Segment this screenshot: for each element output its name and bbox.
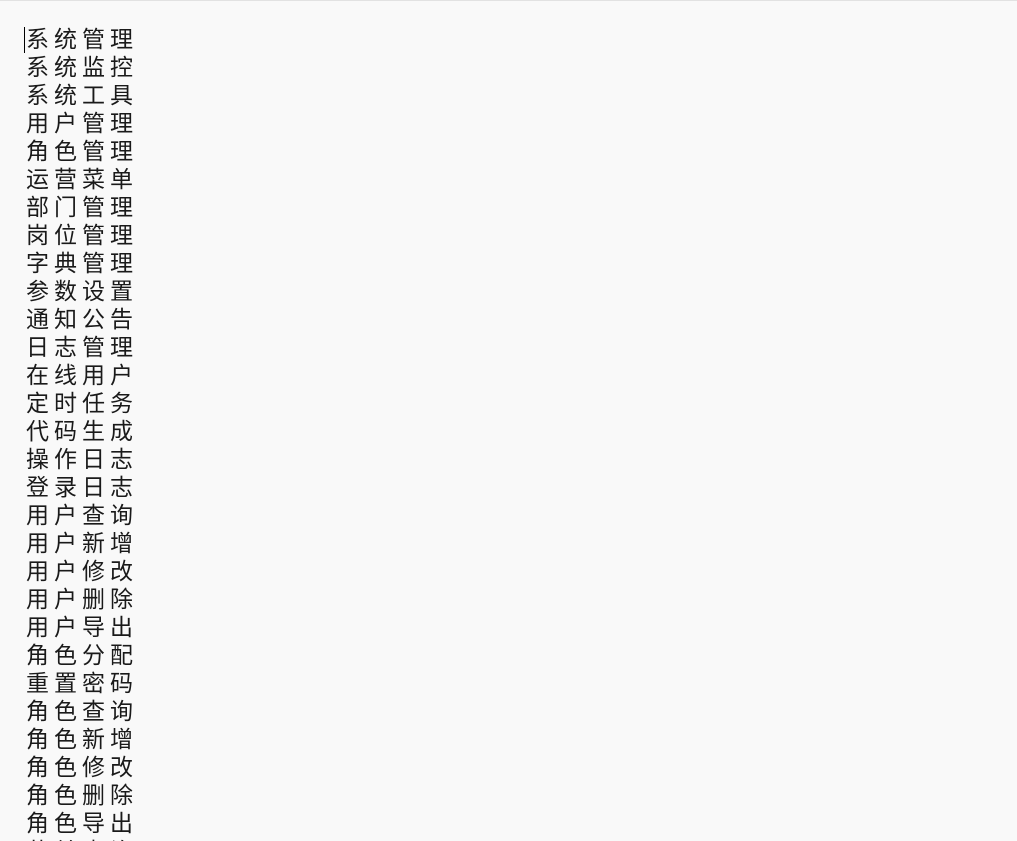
menu-name-line: 用户管理: [26, 111, 138, 137]
menu-name-line: 系统监控: [26, 55, 138, 81]
menu-name-line: 运营菜单: [26, 167, 138, 193]
menu-name-line: 定时任务: [26, 391, 138, 417]
menu-name-line: 角色查询: [26, 699, 138, 725]
menu-name-line: 日志管理: [26, 335, 138, 361]
menu-name-line: 角色分配: [26, 643, 138, 669]
menu-name-line: 参数设置: [26, 279, 138, 305]
menu-name-line: 在线用户: [26, 363, 138, 389]
menu-name-line: 操作日志: [26, 447, 138, 473]
menu-name-line: 部门管理: [26, 195, 138, 221]
menu-name-line: 岗位管理: [26, 223, 138, 249]
menu-name-line: 用户查询: [26, 503, 138, 529]
menu-name-line: 角色管理: [26, 139, 138, 165]
menu-name-line: 重置密码: [26, 671, 138, 697]
menu-name-line: 系统工具: [26, 83, 138, 109]
menu-name-line: 登录日志: [26, 475, 138, 501]
menu-name-line: 用户导出: [26, 615, 138, 641]
menu-name-line: 通知公告: [26, 307, 138, 333]
text-cursor: [24, 27, 25, 53]
menu-name-line: 代码生成: [26, 419, 138, 445]
menu-name-line: 系统管理: [26, 27, 138, 53]
menu-name-line: 用户删除: [26, 587, 138, 613]
menu-name-line: 角色导出: [26, 811, 138, 837]
menu-name-line: 角色修改: [26, 755, 138, 781]
menu-name-list: 系统管理 系统监控 系统工具 用户管理 角色管理 运营菜单 部门管理 岗位管理 字典管理 参数设置…: [26, 26, 138, 841]
menu-name-line: 角色新增: [26, 727, 138, 753]
menu-name-line: 角色删除: [26, 783, 138, 809]
text-document-view[interactable]: 系统管理 系统监控 系统工具 用户管理 角色管理 运营菜单 部门管理 岗位管理 字典管理 参数设置…: [0, 0, 1017, 841]
menu-name-line: 用户修改: [26, 559, 138, 585]
menu-name-line: 用户新增: [26, 531, 138, 557]
menu-name-line: 字典管理: [26, 251, 138, 277]
